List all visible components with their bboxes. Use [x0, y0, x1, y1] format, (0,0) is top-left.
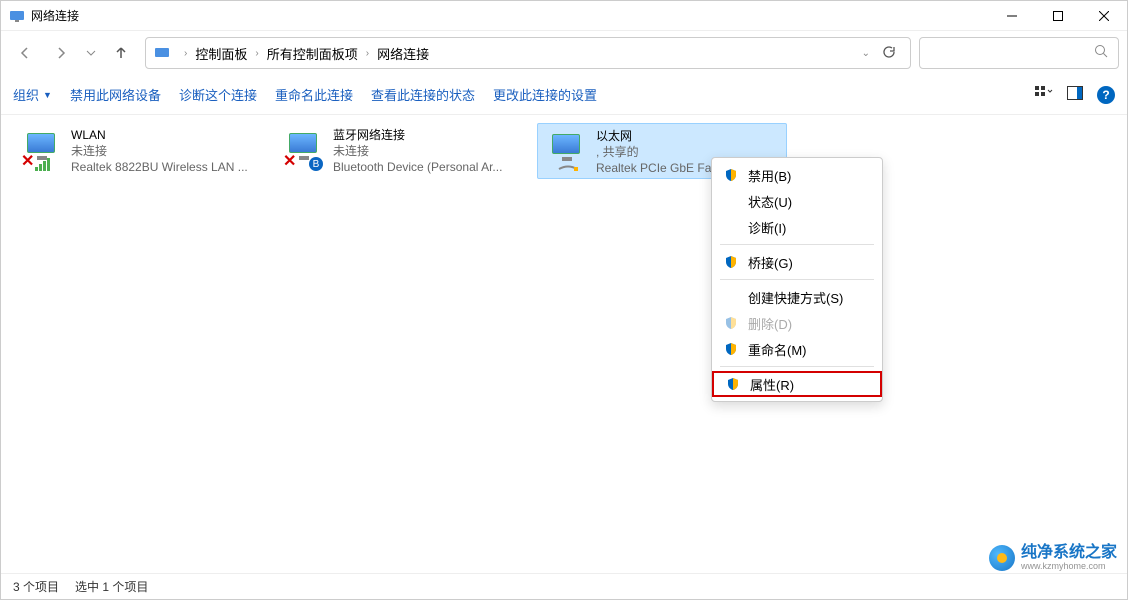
watermark-brand: 纯净系统之家 [1021, 545, 1117, 561]
ctx-status[interactable]: 状态(U) [712, 188, 882, 214]
command-bar: 组织 ▼ 禁用此网络设备 诊断这个连接 重命名此连接 查看此连接的状态 更改此连… [1, 75, 1127, 115]
minimize-button[interactable] [989, 1, 1035, 31]
chevron-right-icon: › [249, 48, 264, 59]
bluetooth-icon: ✕B [279, 127, 329, 175]
watermark: 纯净系统之家 www.kzmyhome.com [989, 545, 1117, 571]
ethernet-icon [542, 128, 592, 176]
separator [720, 366, 874, 367]
selected-count: 选中 1 个项目 [75, 578, 148, 595]
search-icon [1094, 44, 1108, 63]
connection-device: Bluetooth Device (Personal Ar... [333, 159, 521, 175]
preview-pane-button[interactable] [1067, 86, 1083, 103]
ctx-shortcut[interactable]: 创建快捷方式(S) [712, 284, 882, 310]
location-icon [154, 45, 170, 61]
connection-device: Realtek 8822BU Wireless LAN ... [71, 159, 259, 175]
separator [720, 244, 874, 245]
maximize-button[interactable] [1035, 1, 1081, 31]
window-title: 网络连接 [31, 7, 989, 24]
disable-device-action[interactable]: 禁用此网络设备 [70, 85, 161, 104]
window-icon [9, 8, 25, 24]
shield-icon [724, 316, 738, 330]
diagnose-action[interactable]: 诊断这个连接 [179, 85, 257, 104]
up-button[interactable] [105, 37, 137, 69]
refresh-button[interactable] [876, 45, 902, 62]
ctx-delete: 删除(D) [712, 310, 882, 336]
breadcrumb-root[interactable]: 控制面板 [193, 44, 249, 63]
context-menu: 禁用(B) 状态(U) 诊断(I) 桥接(G) 创建快捷方式(S) 删除(D) … [711, 157, 883, 402]
address-bar[interactable]: › 控制面板 › 所有控制面板项 › 网络连接 ⌄ [145, 37, 911, 69]
connection-item-wlan[interactable]: ✕ WLAN 未连接 Realtek 8822BU Wireless LAN .… [13, 123, 263, 179]
ctx-diagnose[interactable]: 诊断(I) [712, 214, 882, 240]
ctx-disable[interactable]: 禁用(B) [712, 162, 882, 188]
ctx-bridge[interactable]: 桥接(G) [712, 249, 882, 275]
forward-button[interactable] [45, 37, 77, 69]
chevron-down-icon: ▼ [43, 90, 52, 100]
watermark-url: www.kzmyhome.com [1021, 561, 1117, 571]
search-input[interactable] [919, 37, 1119, 69]
connection-status: 未连接 [333, 143, 521, 159]
shield-icon [724, 342, 738, 356]
connection-name: 蓝牙网络连接 [333, 127, 521, 143]
window-controls [989, 1, 1127, 31]
close-button[interactable] [1081, 1, 1127, 31]
view-options-button[interactable] [1035, 86, 1053, 103]
back-button[interactable] [9, 37, 41, 69]
watermark-logo-icon [989, 545, 1015, 571]
status-bar: 3 个项目 选中 1 个项目 [1, 573, 1127, 599]
separator [720, 279, 874, 280]
titlebar: 网络连接 [1, 1, 1127, 31]
shield-icon [724, 168, 738, 182]
organize-menu[interactable]: 组织 ▼ [13, 85, 52, 104]
connection-item-bluetooth[interactable]: ✕B 蓝牙网络连接 未连接 Bluetooth Device (Personal… [275, 123, 525, 179]
ctx-rename[interactable]: 重命名(M) [712, 336, 882, 362]
chevron-down-icon[interactable]: ⌄ [856, 48, 876, 59]
chevron-right-icon: › [360, 48, 375, 59]
connection-name: 以太网 [596, 128, 782, 144]
help-button[interactable]: ? [1097, 86, 1115, 104]
change-settings-action[interactable]: 更改此连接的设置 [493, 85, 597, 104]
item-count: 3 个项目 [13, 578, 59, 595]
view-status-action[interactable]: 查看此连接的状态 [371, 85, 475, 104]
content-area: ✕ WLAN 未连接 Realtek 8822BU Wireless LAN .… [1, 115, 1127, 573]
breadcrumb-leaf[interactable]: 网络连接 [375, 44, 431, 63]
rename-action[interactable]: 重命名此连接 [275, 85, 353, 104]
shield-icon [724, 255, 738, 269]
breadcrumb-mid[interactable]: 所有控制面板项 [265, 44, 360, 63]
connection-name: WLAN [71, 127, 259, 143]
connection-status: 未连接 [71, 143, 259, 159]
wlan-icon: ✕ [17, 127, 67, 175]
chevron-right-icon: › [178, 48, 193, 59]
ctx-properties[interactable]: 属性(R) [712, 371, 882, 397]
recent-dropdown[interactable] [81, 37, 101, 69]
navigation-bar: › 控制面板 › 所有控制面板项 › 网络连接 ⌄ [1, 31, 1127, 75]
shield-icon [726, 377, 740, 391]
